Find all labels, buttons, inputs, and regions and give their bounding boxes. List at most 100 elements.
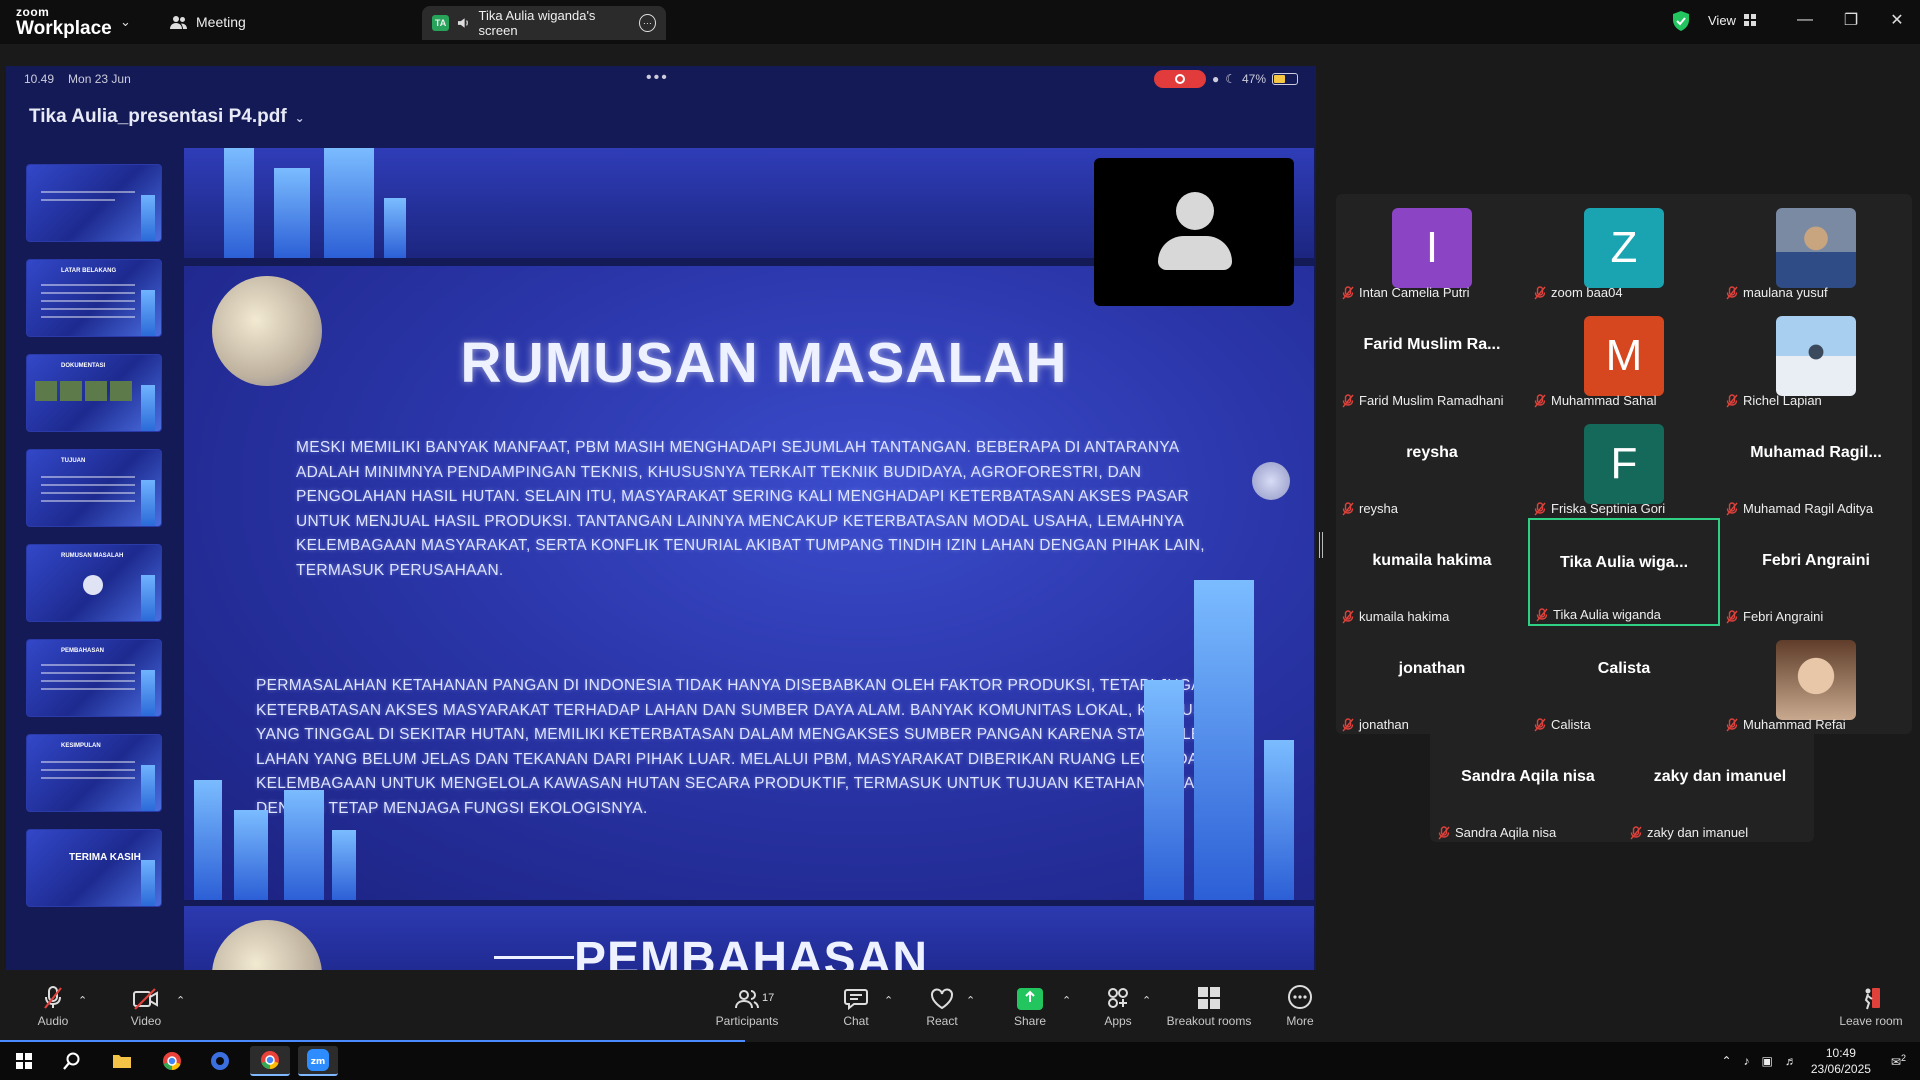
self-video-view[interactable]	[1094, 158, 1294, 306]
thumbnail-page-6[interactable]: PEMBAHASAN	[26, 639, 162, 717]
grid-view-icon	[1743, 14, 1756, 26]
share-button[interactable]: Share	[1014, 976, 1046, 1038]
system-tray: ⌃ ♪ ▣ ♬ 10:49 23/06/2025 ✉2	[1721, 1042, 1920, 1080]
participant-name: Febri Angraini	[1743, 609, 1824, 624]
thumbnail-page-1[interactable]	[26, 164, 162, 242]
participant-name-label: Intan Camelia Putri	[1342, 285, 1470, 300]
shared-screen[interactable]: 10.49 Mon 23 Jun ••• ● ☾ 47% Tika Aulia_…	[6, 66, 1316, 970]
participant-display-name: jonathan	[1398, 660, 1466, 677]
notification-count: 2	[1900, 1053, 1906, 1063]
share-options-icon[interactable]: ⌃	[1062, 994, 1071, 1007]
participant-tile[interactable]: kumaila hakima kumaila hakima	[1336, 518, 1528, 626]
participant-tile[interactable]: Sandra Aqila nisa Sandra Aqila nisa	[1432, 734, 1624, 842]
video-options-icon[interactable]: ⌃	[176, 994, 185, 1007]
participant-display-name: Tika Aulia wiga...	[1559, 554, 1689, 571]
avatar: I	[1392, 208, 1472, 288]
participant-tile[interactable]: Farid Muslim Ra... Farid Muslim Ramadhani	[1336, 302, 1528, 410]
apps-options-icon[interactable]: ⌃	[1142, 994, 1151, 1007]
chrome-icon[interactable]	[152, 1046, 192, 1076]
microphone-muted-icon	[1534, 285, 1546, 299]
chat-button[interactable]: Chat	[840, 976, 872, 1038]
participant-tile[interactable]: Muhammad Refai	[1720, 626, 1912, 734]
participant-name: Sandra Aqila nisa	[1455, 825, 1557, 840]
participant-tile[interactable]: M Muhammad Sahal	[1528, 302, 1720, 410]
apps-button[interactable]: Apps	[1104, 976, 1132, 1038]
chevron-up-icon[interactable]: ⌃	[1721, 1054, 1731, 1068]
screen-record-icon	[1153, 70, 1206, 88]
chevron-down-icon[interactable]: ⌄	[120, 14, 131, 30]
file-explorer-icon[interactable]	[102, 1046, 142, 1076]
react-button[interactable]: React	[924, 976, 960, 1038]
participant-name: Muhammad Sahal	[1551, 393, 1657, 408]
zoom-workplace-logo[interactable]: zoom Workplace	[16, 6, 112, 38]
shield-check-icon[interactable]	[1672, 11, 1690, 31]
windows-taskbar: zm ⌃ ♪ ▣ ♬ 10:49 23/06/2025 ✉2	[0, 1042, 1920, 1080]
more-button[interactable]: More	[1284, 976, 1316, 1038]
participant-tile[interactable]: Muhamad Ragil... Muhamad Ragil Aditya	[1720, 410, 1912, 518]
participant-name-label: Farid Muslim Ramadhani	[1342, 393, 1504, 408]
participant-tile[interactable]: Zzoom baa04	[1528, 194, 1720, 302]
notifications-icon[interactable]: ✉2	[1891, 1053, 1906, 1069]
tab-meeting[interactable]: Meeting	[170, 0, 246, 44]
close-icon[interactable]: ✕	[1874, 0, 1920, 40]
thumbnail-page-5[interactable]: RUMUSAN MASALAH	[26, 544, 162, 622]
thumbnail-page-2[interactable]: LATAR BELAKANG	[26, 259, 162, 337]
taskbar-clock[interactable]: 10:49 23/06/2025	[1811, 1045, 1871, 1077]
react-options-icon[interactable]: ⌃	[966, 994, 975, 1007]
ipad-multitask-dots: •••	[646, 69, 669, 86]
document-title[interactable]: Tika Aulia_presentasi P4.pdf ⌄	[29, 106, 305, 128]
panel-resize-handle[interactable]	[1319, 532, 1323, 558]
thumbnail-title: PEMBAHASAN	[61, 648, 105, 654]
breakout-rooms-button[interactable]: Breakout rooms	[1166, 976, 1252, 1038]
thumbnail-page-4[interactable]: TUJUAN	[26, 449, 162, 527]
participant-tile[interactable]: zaky dan imanuel zaky dan imanuel	[1624, 734, 1816, 842]
participant-tile[interactable]: F Friska Septinia Gori	[1528, 410, 1720, 518]
network-icon[interactable]: ▣	[1762, 1054, 1773, 1068]
tab-meeting-label: Meeting	[196, 14, 246, 30]
participant-tile[interactable]: maulana yusuf	[1720, 194, 1912, 302]
microphone-muted-icon	[1726, 393, 1738, 407]
chat-label: Chat	[843, 1014, 869, 1028]
tab-shared-screen[interactable]: TA Tika Aulia wiganda's screen ···	[422, 6, 666, 40]
zoom-app-icon[interactable]: zm	[298, 1046, 338, 1076]
participant-name: reysha	[1359, 501, 1399, 516]
participant-tile[interactable]: reysha reysha	[1336, 410, 1528, 518]
windows-start-icon[interactable]	[4, 1046, 44, 1076]
participant-tile[interactable]: I Intan Camelia Putri	[1336, 194, 1528, 302]
participant-name-label: maulana yusuf	[1726, 285, 1828, 300]
participant-name-label: Febri Angraini	[1726, 609, 1823, 624]
browser-icon[interactable]	[200, 1046, 240, 1076]
window-controls: — ❐ ✕	[1782, 0, 1920, 40]
thumbnail-page-3[interactable]: DOKUMENTASI	[26, 354, 162, 432]
maximize-icon[interactable]: ❐	[1828, 0, 1874, 40]
ipad-status-bar: 10.49 Mon 23 Jun ••• ● ☾ 47%	[6, 66, 1316, 92]
chrome-profile-icon[interactable]	[250, 1046, 290, 1076]
slide-heading: RUMUSAN MASALAH	[460, 331, 1068, 395]
participant-tile[interactable]: Tika Aulia wiga... Tika Aulia wiganda	[1528, 518, 1720, 626]
battery-icon	[1272, 73, 1298, 85]
microphone-icon[interactable]: ♪	[1744, 1054, 1750, 1068]
leave-room-button[interactable]: Leave room	[1836, 976, 1906, 1038]
participants-button[interactable]: Participants	[714, 976, 780, 1038]
chat-options-icon[interactable]: ⌃	[884, 994, 893, 1007]
participant-name-label: reysha	[1342, 501, 1398, 516]
participant-tile[interactable]: Richel Lapian	[1720, 302, 1912, 410]
participant-name: Calista	[1551, 717, 1591, 732]
view-button[interactable]: View	[1708, 0, 1756, 40]
volume-icon[interactable]: ♬	[1785, 1054, 1797, 1068]
thumbnail-page-8[interactable]: TERIMA KASIH	[26, 829, 162, 907]
thumbnail-title: TUJUAN	[61, 458, 86, 464]
thumbnail-page-7[interactable]: KESIMPULAN	[26, 734, 162, 812]
audio-button[interactable]: Audio	[34, 976, 72, 1038]
participant-tile[interactable]: Calista Calista	[1528, 626, 1720, 734]
participant-tile[interactable]: jonathan jonathan	[1336, 626, 1528, 734]
participant-name: zaky dan imanuel	[1647, 825, 1749, 840]
video-button[interactable]: Video	[126, 976, 166, 1038]
participant-name: kumaila hakima	[1359, 609, 1450, 624]
view-label: View	[1708, 12, 1736, 28]
minimize-icon[interactable]: —	[1782, 0, 1828, 40]
participant-tile[interactable]: Febri Angraini Febri Angraini	[1720, 518, 1912, 626]
more-options-icon[interactable]: ···	[638, 14, 656, 32]
search-icon[interactable]	[52, 1046, 92, 1076]
audio-options-icon[interactable]: ⌃	[78, 994, 87, 1007]
